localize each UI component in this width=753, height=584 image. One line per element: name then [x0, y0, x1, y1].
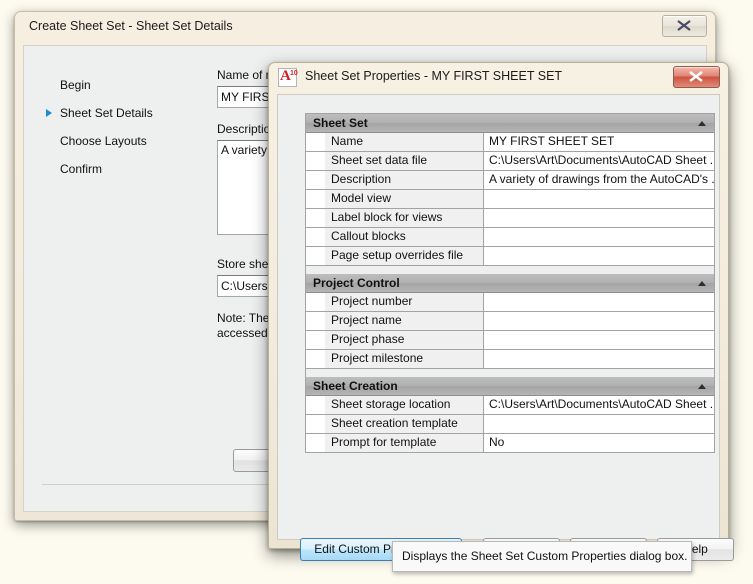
property-value[interactable] [484, 209, 714, 227]
section-title: Sheet Creation [313, 379, 398, 393]
property-name: Description [306, 171, 484, 189]
property-name: Model view [306, 190, 484, 208]
close-icon[interactable] [662, 15, 707, 37]
close-glyph [689, 70, 703, 83]
table-row[interactable]: Project phase [306, 331, 714, 350]
properties-grid: Sheet Set Name MY FIRST SHEET SET Sheet … [305, 113, 715, 453]
table-row[interactable]: Project number [306, 293, 714, 312]
table-row[interactable]: Page setup overrides file [306, 247, 714, 266]
table-row[interactable]: Project name [306, 312, 714, 331]
sidebar-item-confirm[interactable]: Confirm [46, 155, 196, 183]
table-row[interactable]: Sheet creation template [306, 415, 714, 434]
close-icon[interactable] [673, 66, 720, 88]
property-value[interactable] [484, 247, 714, 265]
property-name: Sheet set data file [306, 152, 484, 170]
property-name: Sheet creation template [306, 415, 484, 433]
wizard-title: Create Sheet Set - Sheet Set Details [29, 19, 233, 33]
property-value[interactable] [484, 228, 714, 246]
table-row[interactable]: Label block for views [306, 209, 714, 228]
current-step-arrow-icon [46, 109, 52, 117]
chevron-up-icon[interactable] [698, 384, 706, 389]
section-header-sheet-creation[interactable]: Sheet Creation [306, 377, 714, 396]
property-name: Sheet storage location [306, 396, 484, 414]
wizard-titlebar[interactable]: Create Sheet Set - Sheet Set Details [15, 12, 715, 44]
wizard-step-list: Begin Sheet Set Details Choose Layouts C… [46, 71, 196, 183]
property-value[interactable]: C:\Users\Art\Documents\AutoCAD Sheet ... [484, 152, 714, 170]
table-row[interactable]: Model view [306, 190, 714, 209]
tooltip: Displays the Sheet Set Custom Properties… [392, 541, 692, 572]
step-label: Choose Layouts [60, 134, 147, 148]
section-spacer [306, 369, 714, 377]
property-name: Project name [306, 312, 484, 330]
autocad-a-icon: A 10 [278, 68, 298, 87]
section-header-sheet-set[interactable]: Sheet Set [306, 114, 714, 133]
property-name: Label block for views [306, 209, 484, 227]
step-label: Begin [60, 78, 91, 92]
section-title: Sheet Set [313, 116, 368, 130]
sheet-set-properties-dialog: A 10 Sheet Set Properties - MY FIRST SHE… [268, 62, 734, 561]
section-spacer [306, 266, 714, 274]
property-name: Project number [306, 293, 484, 311]
chevron-up-icon[interactable] [698, 121, 706, 126]
props-titlebar[interactable]: A 10 Sheet Set Properties - MY FIRST SHE… [269, 63, 728, 93]
property-value[interactable] [484, 415, 714, 433]
property-value[interactable] [484, 350, 714, 368]
table-row[interactable]: Description A variety of drawings from t… [306, 171, 714, 190]
section-header-project-control[interactable]: Project Control [306, 274, 714, 293]
property-name: Callout blocks [306, 228, 484, 246]
props-client-area: Sheet Set Name MY FIRST SHEET SET Sheet … [277, 94, 734, 561]
property-name: Page setup overrides file [306, 247, 484, 265]
sidebar-item-choose-layouts[interactable]: Choose Layouts [46, 127, 196, 155]
property-name: Name [306, 133, 484, 151]
property-name: Project milestone [306, 350, 484, 368]
chevron-up-icon[interactable] [698, 281, 706, 286]
table-row[interactable]: Name MY FIRST SHEET SET [306, 133, 714, 152]
sidebar-item-begin[interactable]: Begin [46, 71, 196, 99]
section-title: Project Control [313, 276, 400, 290]
property-value[interactable]: No [484, 434, 714, 452]
property-value[interactable]: A variety of drawings from the AutoCAD's… [484, 171, 714, 189]
property-value[interactable] [484, 293, 714, 311]
table-row[interactable]: Prompt for template No [306, 434, 714, 453]
property-name: Prompt for template [306, 434, 484, 452]
autocad-version-label: 10 [290, 70, 298, 77]
step-label: Confirm [60, 162, 103, 176]
table-row[interactable]: Sheet set data file C:\Users\Art\Documen… [306, 152, 714, 171]
table-row[interactable]: Project milestone [306, 350, 714, 369]
property-value[interactable] [484, 190, 714, 208]
table-row[interactable]: Callout blocks [306, 228, 714, 247]
step-label: Sheet Set Details [60, 106, 153, 120]
property-value[interactable] [484, 312, 714, 330]
props-dialog-title: Sheet Set Properties - MY FIRST SHEET SE… [305, 69, 563, 83]
table-row[interactable]: Sheet storage location C:\Users\Art\Docu… [306, 396, 714, 415]
sidebar-item-sheet-set-details[interactable]: Sheet Set Details [46, 99, 196, 127]
close-glyph [677, 20, 691, 31]
property-value[interactable]: MY FIRST SHEET SET [484, 133, 714, 151]
property-name: Project phase [306, 331, 484, 349]
property-value[interactable] [484, 331, 714, 349]
property-value[interactable]: C:\Users\Art\Documents\AutoCAD Sheet ... [484, 396, 714, 414]
